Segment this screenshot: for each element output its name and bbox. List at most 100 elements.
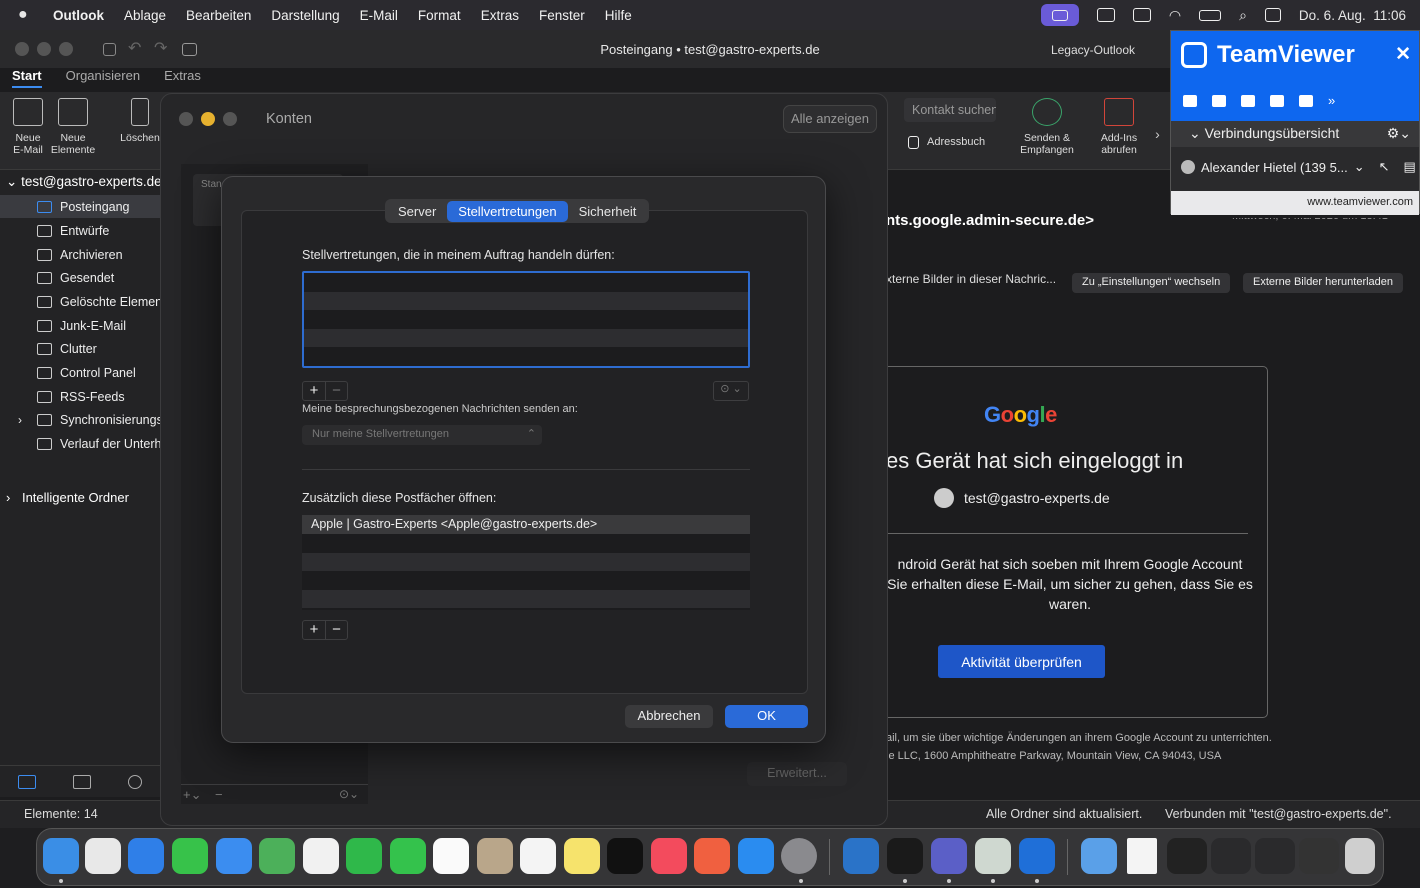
window-thumbnail-icon[interactable] xyxy=(1299,838,1339,874)
app-store-icon[interactable] xyxy=(738,838,774,874)
download-images-button[interactable]: Externe Bilder herunterladen xyxy=(1243,273,1404,293)
apple-tv-icon[interactable] xyxy=(607,838,643,874)
rocket-app-icon[interactable] xyxy=(694,838,730,874)
cancel-button[interactable]: Abbrechen xyxy=(625,705,713,728)
menu-hilfe[interactable]: Hilfe xyxy=(605,8,632,23)
open-settings-button[interactable]: Zu „Einstellungen“ wechseln xyxy=(1072,273,1231,293)
check-activity-button[interactable]: Aktivität überprüfen xyxy=(938,645,1105,678)
addins-button[interactable]: Add-Ins abrufen xyxy=(1096,98,1142,156)
reminders-icon[interactable] xyxy=(520,838,556,874)
trash-icon[interactable] xyxy=(1345,838,1375,874)
finder-icon[interactable] xyxy=(43,838,79,874)
apple-menu-icon[interactable]: ● xyxy=(18,6,40,24)
meeting-messages-select[interactable]: Nur meine Stellvertretungen ⌃ xyxy=(302,425,542,445)
menu-email[interactable]: E-Mail xyxy=(360,8,398,23)
folder-posteingang[interactable]: Posteingang xyxy=(0,195,160,218)
window-thumbnail-icon[interactable] xyxy=(1167,838,1207,874)
pointer-icon[interactable]: ↖ xyxy=(1379,159,1390,175)
window-thumbnail-icon[interactable] xyxy=(1211,838,1251,874)
video-icon[interactable] xyxy=(1183,95,1197,107)
folder-archivieren[interactable]: Archivieren xyxy=(0,243,160,266)
remove-mailbox-button[interactable]: − xyxy=(325,621,347,639)
folder-verlauf[interactable]: Verlauf der Unterhaltung xyxy=(0,432,160,455)
folder-gesendet[interactable]: Gesendet xyxy=(0,266,160,289)
account-header[interactable]: ⌄ test@gastro-experts.de xyxy=(6,174,162,190)
more-icon[interactable]: » xyxy=(1328,94,1342,107)
ok-button[interactable]: OK xyxy=(725,705,808,728)
tab-start[interactable]: Start xyxy=(12,68,42,88)
spotlight-search-icon[interactable]: ⌕ xyxy=(1239,7,1247,24)
chevron-down-icon[interactable]: ⌄ xyxy=(1354,159,1365,175)
add-delegate-button[interactable]: + xyxy=(303,382,325,400)
menubar-clock[interactable]: Do. 6. Aug. 11:06 xyxy=(1299,8,1406,23)
photos-icon[interactable] xyxy=(303,838,339,874)
launchpad-icon[interactable] xyxy=(85,838,121,874)
tab-stellvertretungen[interactable]: Stellvertretungen xyxy=(447,200,568,222)
add-account-button[interactable]: +⌄ xyxy=(183,787,201,803)
teamviewer-status-icon[interactable] xyxy=(1040,4,1079,26)
remove-delegate-button[interactable]: − xyxy=(325,382,347,400)
window-thumbnail-icon[interactable] xyxy=(1255,838,1295,874)
clipboard-icon[interactable]: ▤ xyxy=(1404,159,1416,175)
delegate-options-button[interactable]: ⊙ ⌄ xyxy=(713,381,749,401)
mail-icon[interactable] xyxy=(216,838,252,874)
preview-icon[interactable] xyxy=(843,838,879,874)
control-center-icon[interactable] xyxy=(1264,8,1281,22)
account-actions-button[interactable]: ⊙⌄ xyxy=(339,787,359,801)
menu-darstellung[interactable]: Darstellung xyxy=(271,8,339,23)
remove-account-button[interactable]: − xyxy=(215,787,223,802)
new-mail-button[interactable]: Neue E-Mail xyxy=(10,98,46,156)
teamviewer-url[interactable]: www.teamviewer.com xyxy=(1171,191,1419,215)
facetime-icon[interactable] xyxy=(346,838,382,874)
headset-icon[interactable] xyxy=(1212,95,1226,107)
close-icon[interactable]: ✕ xyxy=(1395,43,1411,66)
folder-sync[interactable]: › Synchronisierungsprobleme xyxy=(0,408,160,431)
show-all-button[interactable]: Alle anzeigen xyxy=(782,105,877,133)
tab-organisieren[interactable]: Organisieren xyxy=(66,68,140,88)
tab-server[interactable]: Server xyxy=(387,201,447,222)
folder-geloeschte[interactable]: Gelöschte Elemente xyxy=(0,290,160,313)
wifi-icon[interactable]: ◠ xyxy=(1169,7,1181,24)
session-row[interactable]: Alexander Hietel (139 5... ⌄ ↖ ▤ xyxy=(1181,159,1416,175)
folder-entwuerfe[interactable]: Entwürfe xyxy=(0,219,160,242)
notes-icon[interactable] xyxy=(564,838,600,874)
folder-junk[interactable]: Junk-E-Mail xyxy=(0,314,160,337)
messages-icon[interactable] xyxy=(172,838,208,874)
expand-chevron-icon[interactable]: › xyxy=(18,413,22,427)
outlook-icon[interactable] xyxy=(1019,838,1055,874)
address-book-button[interactable]: Adressbuch xyxy=(908,136,985,149)
mail-module-icon[interactable] xyxy=(18,774,37,789)
user-switch-icon[interactable] xyxy=(1096,8,1115,22)
close-button[interactable] xyxy=(179,112,193,126)
document-thumbnail-icon[interactable] xyxy=(1127,838,1157,874)
folder-clutter[interactable]: Clutter xyxy=(0,337,160,360)
contact-search-field[interactable]: Kontakt suchen xyxy=(904,98,996,122)
menu-fenster[interactable]: Fenster xyxy=(539,8,585,23)
menu-format[interactable]: Format xyxy=(418,8,461,23)
system-settings-icon[interactable] xyxy=(781,838,817,874)
zoom-button[interactable] xyxy=(223,112,237,126)
people-module-icon[interactable] xyxy=(127,774,142,789)
delegates-list[interactable] xyxy=(302,271,750,368)
music-icon[interactable] xyxy=(651,838,687,874)
advanced-button[interactable]: Erweitert... xyxy=(747,762,847,786)
tab-sicherheit[interactable]: Sicherheit xyxy=(568,201,648,222)
menu-bearbeiten[interactable]: Bearbeiten xyxy=(186,8,251,23)
contacts-icon[interactable] xyxy=(477,838,513,874)
legacy-outlook-label[interactable]: Legacy-Outlook xyxy=(1051,43,1135,57)
tools-icon[interactable] xyxy=(1299,95,1313,107)
chat-icon[interactable] xyxy=(1241,95,1255,107)
calendar-module-icon[interactable] xyxy=(72,774,91,789)
smart-folders[interactable]: › Intelligente Ordner xyxy=(6,490,129,505)
new-items-button[interactable]: Neue Elemente xyxy=(50,98,96,156)
screen-share-icon[interactable] xyxy=(1132,8,1151,22)
tab-extras[interactable]: Extras xyxy=(164,68,201,88)
minimize-button[interactable] xyxy=(201,112,215,126)
files-icon[interactable] xyxy=(1270,95,1284,107)
delete-button[interactable]: Löschen xyxy=(118,98,162,144)
connection-overview[interactable]: ⌄ Verbindungsübersicht ⚙⌄ xyxy=(1171,121,1419,147)
teamviewer-expand-button[interactable]: › xyxy=(1145,122,1170,148)
activity-monitor-icon[interactable] xyxy=(887,838,923,874)
safari-icon[interactable] xyxy=(128,838,164,874)
folder-rss[interactable]: RSS-Feeds xyxy=(0,385,160,408)
